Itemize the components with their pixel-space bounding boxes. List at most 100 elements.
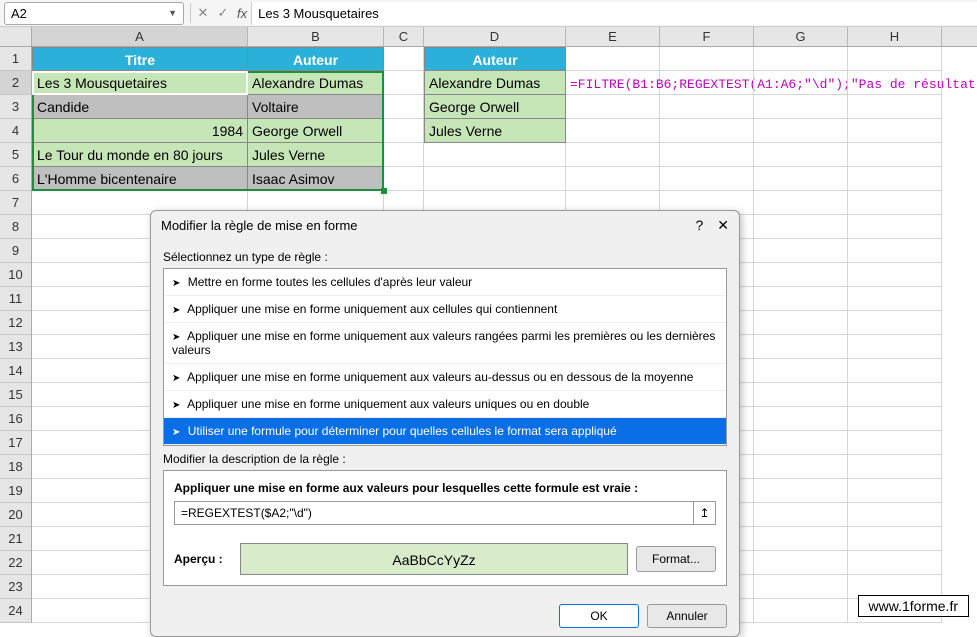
rule-type-item[interactable]: ➤ Appliquer une mise en forme uniquement…	[164, 391, 726, 418]
row-header[interactable]: 20	[0, 503, 32, 527]
row-header[interactable]: 7	[0, 191, 32, 215]
row-header[interactable]: 19	[0, 479, 32, 503]
row-header[interactable]: 12	[0, 311, 32, 335]
cell-D2[interactable]: Alexandre Dumas	[424, 71, 566, 95]
rule-type-item[interactable]: ➤ Appliquer une mise en forme uniquement…	[164, 323, 726, 364]
row-header[interactable]: 15	[0, 383, 32, 407]
cell-G15[interactable]	[754, 383, 848, 407]
cell-G6[interactable]	[754, 167, 848, 191]
cell-G5[interactable]	[754, 143, 848, 167]
cell-H10[interactable]	[848, 263, 942, 287]
rule-formula-input[interactable]	[175, 502, 693, 524]
selection-handle[interactable]	[381, 188, 387, 194]
col-header-E[interactable]: E	[566, 27, 660, 46]
cell-G16[interactable]	[754, 407, 848, 431]
select-all-corner[interactable]	[0, 27, 32, 46]
cell-B3[interactable]: Voltaire	[248, 95, 384, 119]
cell-B4[interactable]: George Orwell	[248, 119, 384, 143]
close-icon[interactable]: ✕	[717, 217, 729, 234]
cell-G13[interactable]	[754, 335, 848, 359]
cell-H8[interactable]	[848, 215, 942, 239]
row-header[interactable]: 23	[0, 575, 32, 599]
cell-G1[interactable]	[754, 47, 848, 71]
row-header[interactable]: 18	[0, 455, 32, 479]
cell-G24[interactable]	[754, 599, 848, 623]
row-header[interactable]: 24	[0, 599, 32, 623]
formula-input[interactable]: Les 3 Mousquetaires	[251, 2, 977, 25]
row-header[interactable]: 10	[0, 263, 32, 287]
row-header[interactable]: 13	[0, 335, 32, 359]
cell-G7[interactable]	[754, 191, 848, 215]
rule-type-item[interactable]: ➤ Appliquer une mise en forme uniquement…	[164, 364, 726, 391]
cell-D5[interactable]	[424, 143, 566, 167]
cell-E6[interactable]	[566, 167, 660, 191]
cell-C2[interactable]	[384, 71, 424, 95]
cell-G19[interactable]	[754, 479, 848, 503]
cell-G8[interactable]	[754, 215, 848, 239]
col-header-D[interactable]: D	[424, 27, 566, 46]
cell-C5[interactable]	[384, 143, 424, 167]
cell-G2[interactable]	[754, 71, 848, 95]
cell-G23[interactable]	[754, 575, 848, 599]
cell-F4[interactable]	[660, 119, 754, 143]
row-header[interactable]: 5	[0, 143, 32, 167]
name-box[interactable]: A2 ▼	[4, 2, 184, 25]
row-header[interactable]: 21	[0, 527, 32, 551]
cell-H13[interactable]	[848, 335, 942, 359]
cell-G20[interactable]	[754, 503, 848, 527]
col-header-C[interactable]: C	[384, 27, 424, 46]
cell-H1[interactable]	[848, 47, 942, 71]
cell-F3[interactable]	[660, 95, 754, 119]
row-header[interactable]: 22	[0, 551, 32, 575]
cell-B2[interactable]: Alexandre Dumas	[248, 71, 384, 95]
cell-G21[interactable]	[754, 527, 848, 551]
cell-E4[interactable]	[566, 119, 660, 143]
cell-G14[interactable]	[754, 359, 848, 383]
cell-B5[interactable]: Jules Verne	[248, 143, 384, 167]
cell-E1[interactable]	[566, 47, 660, 71]
chevron-down-icon[interactable]: ▼	[168, 8, 177, 18]
cell-G17[interactable]	[754, 431, 848, 455]
cell-E2[interactable]: =FILTRE(B1:B6;REGEXTEST(A1:A6;"\d");"Pas…	[566, 71, 660, 95]
cell-F5[interactable]	[660, 143, 754, 167]
format-button[interactable]: Format...	[636, 546, 716, 572]
row-header[interactable]: 6	[0, 167, 32, 191]
cell-H15[interactable]	[848, 383, 942, 407]
cell-H3[interactable]	[848, 95, 942, 119]
rule-type-item[interactable]: ➤ Mettre en forme toutes les cellules d'…	[164, 269, 726, 296]
col-header-G[interactable]: G	[754, 27, 848, 46]
cell-E3[interactable]	[566, 95, 660, 119]
row-header[interactable]: 14	[0, 359, 32, 383]
cancel-button[interactable]: Annuler	[647, 604, 727, 628]
cell-H16[interactable]	[848, 407, 942, 431]
row-header[interactable]: 2	[0, 71, 32, 95]
row-header[interactable]: 8	[0, 215, 32, 239]
col-header-B[interactable]: B	[248, 27, 384, 46]
row-header[interactable]: 4	[0, 119, 32, 143]
cell-H11[interactable]	[848, 287, 942, 311]
cell-H12[interactable]	[848, 311, 942, 335]
cell-B1[interactable]: Auteur	[248, 47, 384, 71]
cell-D6[interactable]	[424, 167, 566, 191]
cell-A3[interactable]: Candide	[32, 95, 248, 119]
cell-H2[interactable]	[848, 71, 942, 95]
cell-H5[interactable]	[848, 143, 942, 167]
cell-C6[interactable]	[384, 167, 424, 191]
cell-C3[interactable]	[384, 95, 424, 119]
confirm-icon[interactable]: ✓	[213, 5, 233, 21]
cell-H6[interactable]	[848, 167, 942, 191]
row-header[interactable]: 1	[0, 47, 32, 71]
cell-A5[interactable]: Le Tour du monde en 80 jours	[32, 143, 248, 167]
cell-G4[interactable]	[754, 119, 848, 143]
cell-G3[interactable]	[754, 95, 848, 119]
cell-H17[interactable]	[848, 431, 942, 455]
cell-C1[interactable]	[384, 47, 424, 71]
cancel-icon[interactable]: ✕	[193, 5, 213, 21]
cell-H19[interactable]	[848, 479, 942, 503]
cell-F2[interactable]	[660, 71, 754, 95]
cell-H20[interactable]	[848, 503, 942, 527]
cell-G18[interactable]	[754, 455, 848, 479]
cell-A1[interactable]: Titre	[32, 47, 248, 71]
cell-G12[interactable]	[754, 311, 848, 335]
cell-D4[interactable]: Jules Verne	[424, 119, 566, 143]
